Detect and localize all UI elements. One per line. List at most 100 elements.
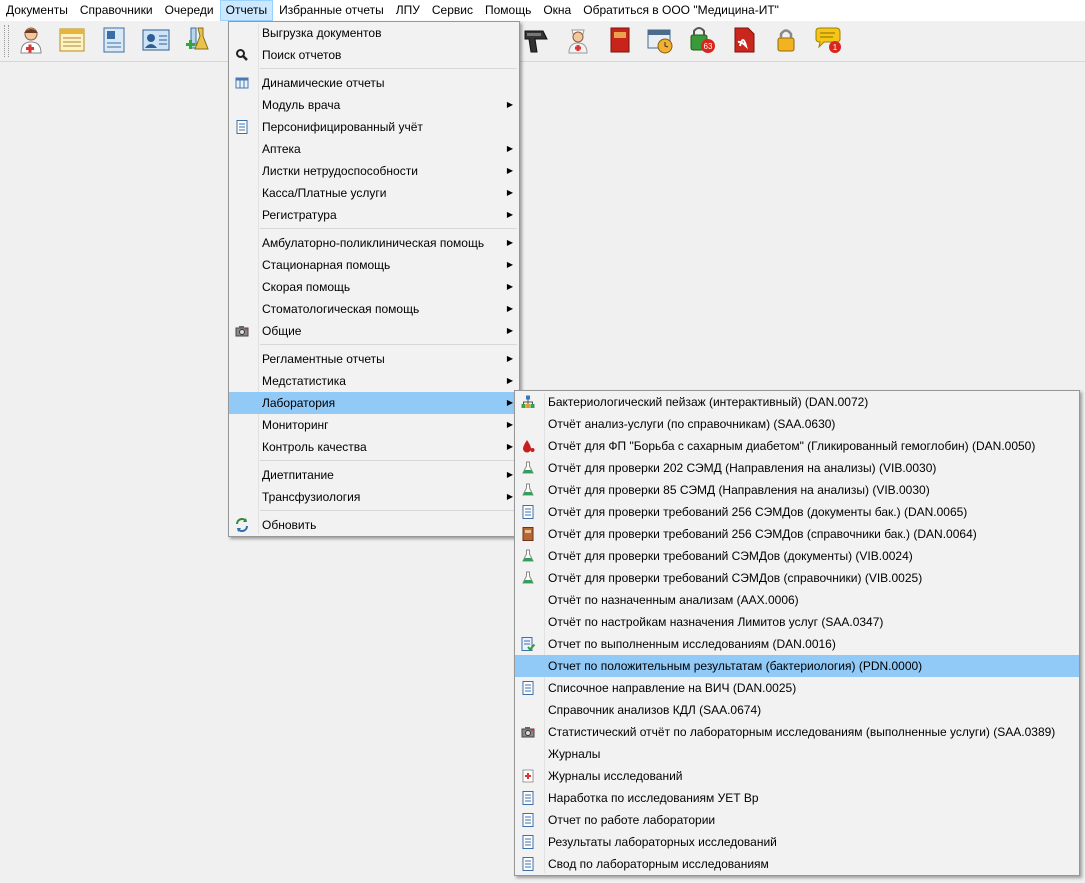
submenu-arrow-icon: ▶ [506,492,513,501]
menu-item-export-documents[interactable]: Выгрузка документов [229,22,519,44]
lab-item-lab-summary[interactable]: Свод по лабораторным исследованиям [515,853,1079,875]
menu-item-doctor-module[interactable]: Модуль врача ▶ [229,94,519,116]
toolbar-doctor-button[interactable] [14,23,48,57]
menu-item-laboratory[interactable]: Лаборатория ▶ [229,392,519,414]
lab-item-semd-documents[interactable]: Отчёт для проверки требований СЭМДов (до… [515,545,1079,567]
camera-icon [234,323,250,339]
menu-item-quality-control[interactable]: Контроль качества ▶ [229,436,519,458]
menu-help[interactable]: Помощь [479,0,537,21]
menu-item-general[interactable]: Общие ▶ [229,320,519,342]
menu-item-label: Отчет по выполненным исследованиям (DAN.… [548,637,836,651]
lab-item-semd-256-documents[interactable]: Отчёт для проверки требований 256 СЭМДов… [515,501,1079,523]
lab-item-completed-studies[interactable]: Отчет по выполненным исследованиям (DAN.… [515,633,1079,655]
laboratory-submenu: Бактериологический пейзаж (интерактивный… [514,390,1080,876]
submenu-arrow-icon: ▶ [506,304,513,313]
submenu-arrow-icon: ▶ [506,470,513,479]
patient-card-icon [103,27,125,53]
toolbar-redbook-button[interactable] [603,23,637,57]
menu-item-label: Поиск отчетов [262,48,342,62]
toolbar-padlock-button[interactable] [769,23,803,57]
menu-item-registry[interactable]: Регистратура ▶ [229,204,519,226]
submenu-arrow-icon: ▶ [506,326,513,335]
submenu-arrow-icon: ▶ [506,398,513,407]
lab-item-uet-workload[interactable]: Наработка по исследованиям УЕТ Вр [515,787,1079,809]
menu-item-label: Диетпитание [262,468,334,482]
lab-item-study-journals[interactable]: Журналы исследований [515,765,1079,787]
toolbar-card-button[interactable] [97,23,131,57]
journal-icon [59,28,85,52]
lab-item-kdl-directory[interactable]: Справочник анализов КДЛ (SAA.0674) [515,699,1079,721]
menu-item-label: Стационарная помощь [262,258,391,272]
padlock-icon [777,29,795,52]
toolbar-grip[interactable] [4,25,9,57]
menu-item-label: Отчёт для проверки 202 СЭМД (Направления… [548,461,937,475]
menu-item-label: Отчёт для проверки требований 256 СЭМДов… [548,505,968,519]
submenu-arrow-icon: ▶ [506,100,513,109]
menu-item-personified-accounting[interactable]: Персонифицированный учёт [229,116,519,138]
menu-item-cashier-paid-services[interactable]: Касса/Платные услуги ▶ [229,182,519,204]
lab-item-bacteriological-landscape[interactable]: Бактериологический пейзаж (интерактивный… [515,391,1079,413]
menu-reports[interactable]: Отчеты [219,0,274,21]
lab-item-analysis-services[interactable]: Отчёт анализ-услуги (по справочникам) (S… [515,413,1079,435]
submenu-arrow-icon: ▶ [506,238,513,247]
document-icon [520,834,536,850]
menu-item-refresh[interactable]: Обновить [229,514,519,536]
pdf-document-icon [734,27,755,53]
menu-windows[interactable]: Окна [537,0,577,21]
toolbar-staff-button[interactable] [139,23,173,57]
lock-count-badge: 63 [704,42,713,51]
lab-item-lab-results[interactable]: Результаты лабораторных исследований [515,831,1079,853]
lab-item-semd-85-check[interactable]: Отчёт для проверки 85 СЭМД (Направления … [515,479,1079,501]
lab-item-hiv-referral-list[interactable]: Списочное направление на ВИЧ (DAN.0025) [515,677,1079,699]
menu-documents[interactable]: Документы [0,0,74,21]
red-book-icon [610,27,630,53]
lab-item-laboratory-work[interactable]: Отчет по работе лаборатории [515,809,1079,831]
lab-item-journals[interactable]: Журналы [515,743,1079,765]
menu-item-transfusiology[interactable]: Трансфузиология ▶ [229,486,519,508]
menu-item-emergency-care[interactable]: Скорая помощь ▶ [229,276,519,298]
lab-item-statistical-report[interactable]: Статистический отчёт по лабораторным исс… [515,721,1079,743]
toolbar-messages-button[interactable]: 1 [811,23,845,57]
menu-item-label: Отчет по работе лаборатории [548,813,716,827]
menu-service[interactable]: Сервис [426,0,479,21]
menu-item-dental-care[interactable]: Стоматологическая помощь ▶ [229,298,519,320]
menu-item-inpatient-care[interactable]: Стационарная помощь ▶ [229,254,519,276]
toolbar-lock-button[interactable]: 63 [685,23,719,57]
menu-favorite-reports[interactable]: Избранные отчеты [273,0,390,21]
menu-item-monitoring[interactable]: Мониторинг ▶ [229,414,519,436]
toolbar-barcode-button[interactable] [519,23,553,57]
menu-contact-vendor[interactable]: Обратиться в ООО "Медицина-ИТ" [577,0,785,21]
menu-item-label: Персонифицированный учёт [262,120,423,134]
lab-item-semd-directories[interactable]: Отчёт для проверки требований СЭМДов (сп… [515,567,1079,589]
menu-item-pharmacy[interactable]: Аптека ▶ [229,138,519,160]
submenu-arrow-icon: ▶ [506,210,513,219]
submenu-arrow-icon: ▶ [506,282,513,291]
flask-icon [520,548,536,564]
lab-item-diabetes-report[interactable]: Отчёт для ФП "Борьба с сахарным диабетом… [515,435,1079,457]
menu-item-label: Списочное направление на ВИЧ (DAN.0025) [548,681,797,695]
menu-item-dietary-nutrition[interactable]: Диетпитание ▶ [229,464,519,486]
menu-item-med-statistics[interactable]: Медстатистика ▶ [229,370,519,392]
lab-item-assigned-analyses[interactable]: Отчёт по назначенным анализам (AAX.0006) [515,589,1079,611]
nurse-icon [568,29,588,54]
menu-item-sick-leave[interactable]: Листки нетрудоспособности ▶ [229,160,519,182]
toolbar-journal-button[interactable] [55,23,89,57]
menu-item-regulatory-reports[interactable]: Регламентные отчеты ▶ [229,348,519,370]
medical-note-icon [520,768,536,784]
menu-lpu[interactable]: ЛПУ [390,0,426,21]
menu-item-dynamic-reports[interactable]: Динамические отчеты [229,72,519,94]
menu-queues[interactable]: Очереди [159,0,220,21]
menu-item-label: Контроль качества [262,440,367,454]
menu-item-outpatient-care[interactable]: Амбулаторно-поликлиническая помощь ▶ [229,232,519,254]
lab-item-positive-results-bacteriology[interactable]: Отчет по положительным результатам (бакт… [515,655,1079,677]
toolbar: 63 1 [0,21,1085,62]
lab-item-semd-202-check[interactable]: Отчёт для проверки 202 СЭМД (Направления… [515,457,1079,479]
menu-directories[interactable]: Справочники [74,0,159,21]
toolbar-pdf-button[interactable] [727,23,761,57]
toolbar-schedule-button[interactable] [643,23,677,57]
toolbar-nurse-button[interactable] [561,23,595,57]
lab-item-service-limits[interactable]: Отчёт по настройкам назначения Лимитов у… [515,611,1079,633]
lab-item-semd-256-directories[interactable]: Отчёт для проверки требований 256 СЭМДов… [515,523,1079,545]
menu-item-search-reports[interactable]: Поиск отчетов [229,44,519,66]
toolbar-lab-button[interactable] [181,23,215,57]
